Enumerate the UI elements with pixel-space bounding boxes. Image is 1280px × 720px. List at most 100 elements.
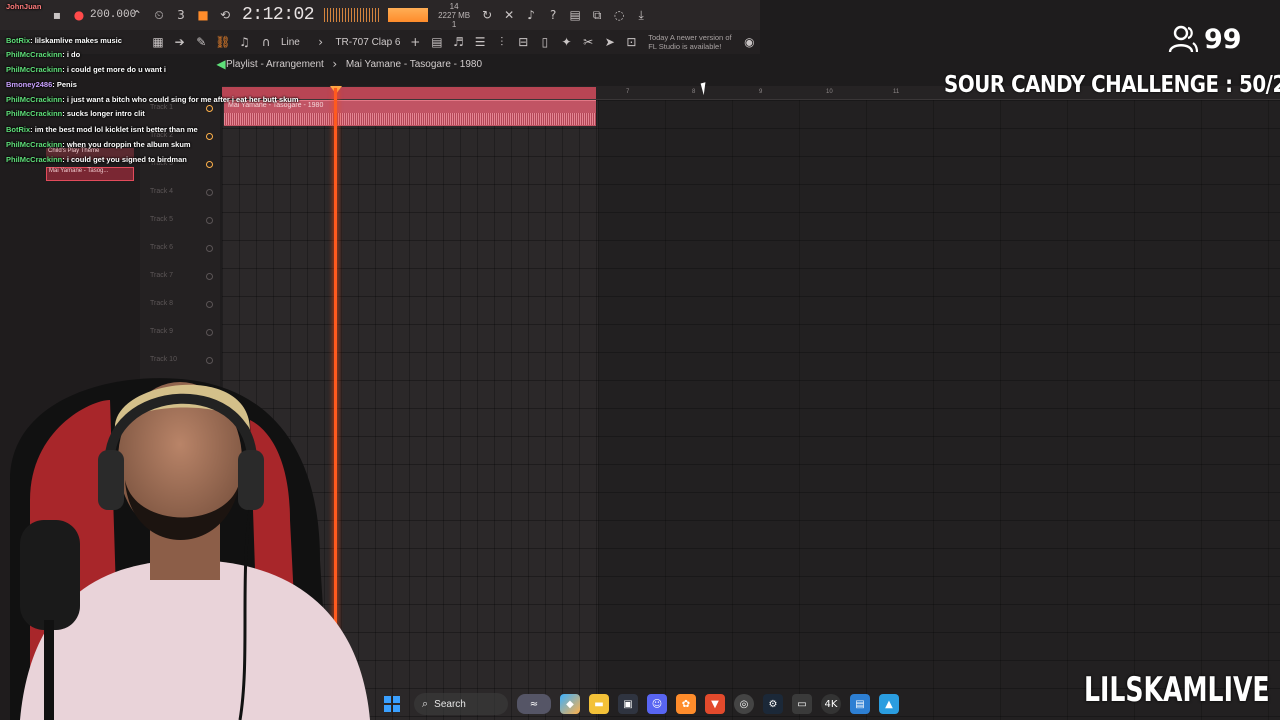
magnet-icon[interactable]: ∩ bbox=[255, 35, 277, 49]
metronome-icon[interactable]: ⌃ bbox=[126, 8, 148, 22]
cart-icon[interactable]: ⊡ bbox=[621, 35, 643, 49]
chat-message: Bmoney2486: Penis bbox=[6, 80, 77, 89]
snap-mode-select[interactable]: Line bbox=[277, 37, 304, 48]
playlist-icon[interactable]: ▤ bbox=[426, 35, 448, 49]
fx-icon[interactable]: ➤ bbox=[599, 35, 621, 49]
playlist-title: Playlist - Arrangement bbox=[226, 58, 324, 70]
countdown-icon[interactable]: 3 bbox=[170, 8, 192, 22]
track-mute-button[interactable] bbox=[206, 133, 213, 140]
chat-text: : i could get you signed to birdman bbox=[62, 155, 187, 164]
track-mute-button[interactable] bbox=[206, 161, 213, 168]
ruler-tick: 10 bbox=[826, 89, 833, 95]
chat-username: PhilMcCrackinn bbox=[6, 95, 63, 104]
oscilloscope bbox=[324, 8, 381, 22]
chat-username: PhilMcCrackinn bbox=[6, 50, 63, 59]
tools-icon[interactable]: ✂ bbox=[577, 35, 599, 49]
chat-username: Bmoney2486 bbox=[6, 80, 53, 89]
browser-item-selected[interactable]: Mai Yamane - Tasog... bbox=[46, 167, 134, 181]
chat-message: PhilMcCrackinn: i just want a bitch who … bbox=[6, 95, 299, 104]
mixer-window-icon[interactable]: ⫶ bbox=[491, 35, 513, 50]
memory-readout: 14 2227 MB 1 bbox=[438, 1, 471, 29]
track-name[interactable]: Track 9 bbox=[150, 328, 173, 335]
track-name[interactable]: Track 4 bbox=[150, 188, 173, 195]
app-icon[interactable]: ▭ bbox=[792, 694, 812, 714]
browser-icon[interactable]: ⊟ bbox=[513, 35, 535, 49]
piano-roll-icon[interactable]: ♬ bbox=[448, 35, 470, 49]
pencil-icon[interactable]: ✎ bbox=[191, 35, 213, 49]
copilot-icon[interactable]: ◆ bbox=[560, 694, 580, 714]
loop-record-icon[interactable]: ⟲ bbox=[214, 8, 236, 22]
link-icon[interactable]: ⛓ bbox=[212, 35, 234, 49]
chrome-icon[interactable]: ◎ bbox=[734, 694, 754, 714]
chat-message: PhilMcCrackinn: i could get you signed t… bbox=[6, 155, 187, 164]
plugin-icon[interactable]: ▯ bbox=[534, 35, 556, 49]
viewer-count: 99 bbox=[1204, 23, 1242, 55]
track-mute-button[interactable] bbox=[206, 329, 213, 336]
chat-message: PhilMcCrackinn: i could get more do u wa… bbox=[6, 65, 166, 74]
stop-button[interactable]: ● bbox=[68, 8, 90, 22]
store-icon[interactable]: ▣ bbox=[618, 694, 638, 714]
track-name[interactable]: Track 7 bbox=[150, 272, 173, 279]
streamer-webcam bbox=[10, 378, 370, 720]
chat-message: PhilMcCrackinn: i do bbox=[6, 50, 80, 59]
bell-icon[interactable]: ♫ bbox=[234, 35, 256, 49]
chat-message: BotRix: lilskamlive makes music bbox=[6, 36, 122, 45]
step-edit-icon[interactable]: ■ bbox=[192, 8, 214, 22]
track-mute-button[interactable] bbox=[206, 301, 213, 308]
track-mute-button[interactable] bbox=[206, 273, 213, 280]
chat-message: PhilMcCrackinn: sucks longer intro clit bbox=[6, 109, 145, 118]
pattern-selector[interactable]: TR-707 Clap 6 bbox=[331, 37, 404, 48]
fl-studio-icon[interactable]: ✿ bbox=[676, 694, 696, 714]
widgets-icon[interactable]: ≈ bbox=[517, 694, 551, 714]
playlist-back-icon[interactable]: ◀ bbox=[210, 57, 232, 71]
photos-icon[interactable]: ▲ bbox=[879, 694, 899, 714]
brave-icon[interactable]: ▼ bbox=[705, 694, 725, 714]
mouse-cursor bbox=[700, 80, 714, 96]
close-icon[interactable]: ✕ bbox=[498, 8, 520, 22]
track-name[interactable]: Track 8 bbox=[150, 300, 173, 307]
file-explorer-icon[interactable]: ▬ bbox=[589, 694, 609, 714]
add-icon[interactable]: + bbox=[404, 35, 426, 49]
track-mute-button[interactable] bbox=[206, 217, 213, 224]
track-mute-button[interactable] bbox=[206, 189, 213, 196]
track-name[interactable]: Track 1 bbox=[150, 104, 173, 111]
playlist-song-name[interactable]: Mai Yamane - Tasogare - 1980 bbox=[346, 59, 482, 70]
chat-text: : i just want a bitch who could sing for… bbox=[62, 95, 299, 104]
pin-icon[interactable]: ✦ bbox=[556, 35, 578, 49]
arrow-right-icon[interactable]: ➔ bbox=[169, 35, 191, 49]
playlist-grid[interactable] bbox=[598, 100, 1280, 720]
chat-text: : i could get more do u want i bbox=[62, 65, 167, 74]
news-panel[interactable]: Today A newer version of FL Studio is av… bbox=[648, 33, 738, 51]
ruler-tick: 7 bbox=[626, 89, 630, 95]
pattern-song-toggle-icon[interactable]: ▪ bbox=[46, 8, 68, 22]
globe-icon[interactable]: ◉ bbox=[739, 35, 761, 49]
taskbar-search[interactable]: ⌕ Search bbox=[414, 693, 508, 715]
track-name[interactable]: Track 5 bbox=[150, 216, 173, 223]
chat-text: : im the best mod lol kicklet isnt bette… bbox=[30, 125, 198, 134]
help-icon[interactable]: ? bbox=[542, 8, 564, 22]
cpu-meter bbox=[388, 8, 429, 22]
ruler-tick: 11 bbox=[893, 89, 900, 95]
mixer-icon[interactable]: ⧉ bbox=[586, 8, 608, 23]
discord-icon[interactable]: ☺ bbox=[647, 694, 667, 714]
microphone-icon[interactable]: ♪ bbox=[520, 8, 542, 22]
search-label: Search bbox=[434, 698, 466, 710]
tempo-display[interactable]: 200.000 bbox=[90, 9, 136, 21]
windows-start-icon[interactable] bbox=[384, 696, 400, 712]
track-name[interactable]: Track 6 bbox=[150, 244, 173, 251]
notepad-icon[interactable]: ▤ bbox=[850, 694, 870, 714]
keyboard-icon[interactable]: ▦ bbox=[147, 35, 169, 49]
save-icon[interactable]: ▤ bbox=[564, 8, 586, 22]
channel-rack-icon[interactable]: ☰ bbox=[469, 35, 491, 49]
wait-icon[interactable]: ⏲ bbox=[148, 8, 170, 23]
chat-message: PhilMcCrackinn: when you droppin the alb… bbox=[6, 140, 191, 149]
track-mute-button[interactable] bbox=[206, 245, 213, 252]
chevron-right-icon[interactable]: › bbox=[310, 35, 332, 49]
track-mute-button[interactable] bbox=[206, 105, 213, 112]
undo-icon[interactable]: ↻ bbox=[476, 8, 498, 22]
ruler-tick: 9 bbox=[759, 89, 763, 95]
chat-icon[interactable]: ◌ bbox=[608, 8, 630, 22]
4k-app-icon[interactable]: 4K bbox=[821, 694, 841, 714]
download-icon[interactable]: ⤓ bbox=[630, 8, 652, 23]
steam-icon[interactable]: ⚙ bbox=[763, 694, 783, 714]
